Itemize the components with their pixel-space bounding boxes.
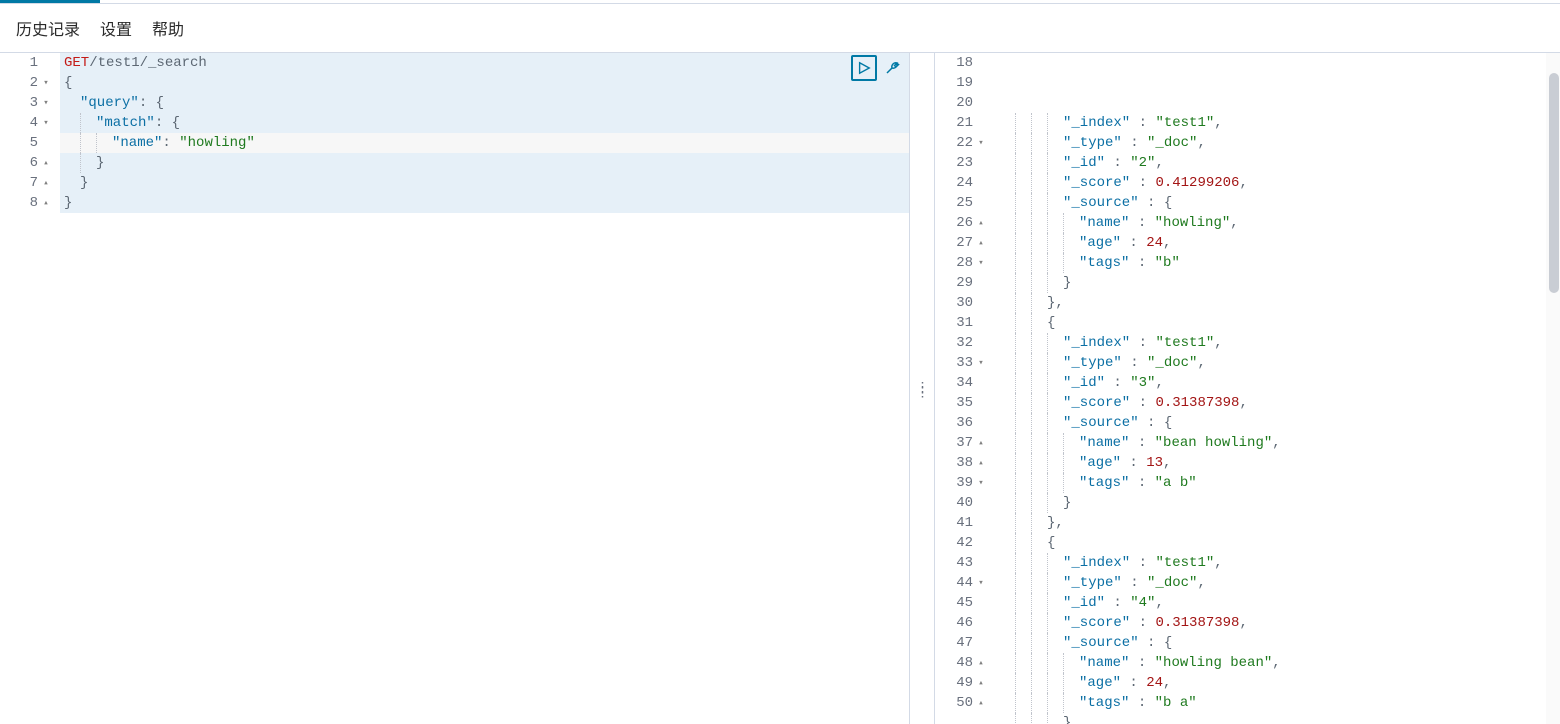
- wrench-icon: [884, 60, 900, 76]
- splitter[interactable]: ⋮⋮: [910, 53, 934, 724]
- menu-history[interactable]: 历史记录: [16, 16, 80, 40]
- response-pane: 18▾19▾20▾21▾22▾23▾24▾25▾26▴27▴28▾29▾30▾3…: [934, 53, 1560, 724]
- request-pane: 1▾2▾3▾4▾5▾6▴7▴8▴ GET /test1/_search{"que…: [0, 53, 910, 724]
- fold-toggle[interactable]: ▾: [41, 118, 51, 128]
- menubar: 历史记录 设置 帮助: [0, 4, 1560, 52]
- fold-toggle[interactable]: ▴: [41, 158, 51, 168]
- fold-toggle[interactable]: ▴: [976, 698, 986, 708]
- request-actions: [851, 55, 903, 81]
- request-editor[interactable]: 1▾2▾3▾4▾5▾6▴7▴8▴ GET /test1/_search{"que…: [0, 53, 909, 724]
- scrollbar[interactable]: [1546, 53, 1560, 724]
- options-button[interactable]: [881, 57, 903, 79]
- fold-toggle[interactable]: ▾: [976, 358, 986, 368]
- fold-toggle[interactable]: ▴: [976, 438, 986, 448]
- fold-toggle[interactable]: ▾: [41, 78, 51, 88]
- run-button[interactable]: [851, 55, 877, 81]
- fold-toggle[interactable]: ▾: [976, 478, 986, 488]
- fold-toggle[interactable]: ▾: [976, 578, 986, 588]
- menu-settings[interactable]: 设置: [100, 16, 132, 40]
- fold-toggle[interactable]: ▴: [976, 678, 986, 688]
- scrollbar-thumb[interactable]: [1549, 73, 1559, 293]
- fold-toggle[interactable]: ▾: [976, 258, 986, 268]
- fold-toggle[interactable]: ▴: [976, 458, 986, 468]
- fold-toggle[interactable]: ▴: [41, 198, 51, 208]
- response-editor[interactable]: 18▾19▾20▾21▾22▾23▾24▾25▾26▴27▴28▾29▾30▾3…: [935, 53, 1560, 724]
- fold-toggle[interactable]: ▾: [976, 138, 986, 148]
- fold-toggle[interactable]: ▾: [41, 98, 51, 108]
- request-gutter: 1▾2▾3▾4▾5▾6▴7▴8▴: [0, 53, 60, 724]
- drag-handle-icon: ⋮⋮: [916, 385, 929, 393]
- fold-toggle[interactable]: ▴: [41, 178, 51, 188]
- request-code[interactable]: GET /test1/_search{"query": {"match": {"…: [60, 53, 909, 724]
- menu-help[interactable]: 帮助: [152, 16, 184, 40]
- response-gutter: 18▾19▾20▾21▾22▾23▾24▾25▾26▴27▴28▾29▾30▾3…: [935, 53, 995, 724]
- fold-toggle[interactable]: ▴: [976, 238, 986, 248]
- response-code: "_index" : "test1","_type" : "_doc","_id…: [995, 53, 1560, 724]
- fold-toggle[interactable]: ▴: [976, 658, 986, 668]
- play-icon: [857, 61, 871, 75]
- tab-strip: [0, 0, 1560, 4]
- main-container: 1▾2▾3▾4▾5▾6▴7▴8▴ GET /test1/_search{"que…: [0, 52, 1560, 724]
- fold-toggle[interactable]: ▴: [976, 218, 986, 228]
